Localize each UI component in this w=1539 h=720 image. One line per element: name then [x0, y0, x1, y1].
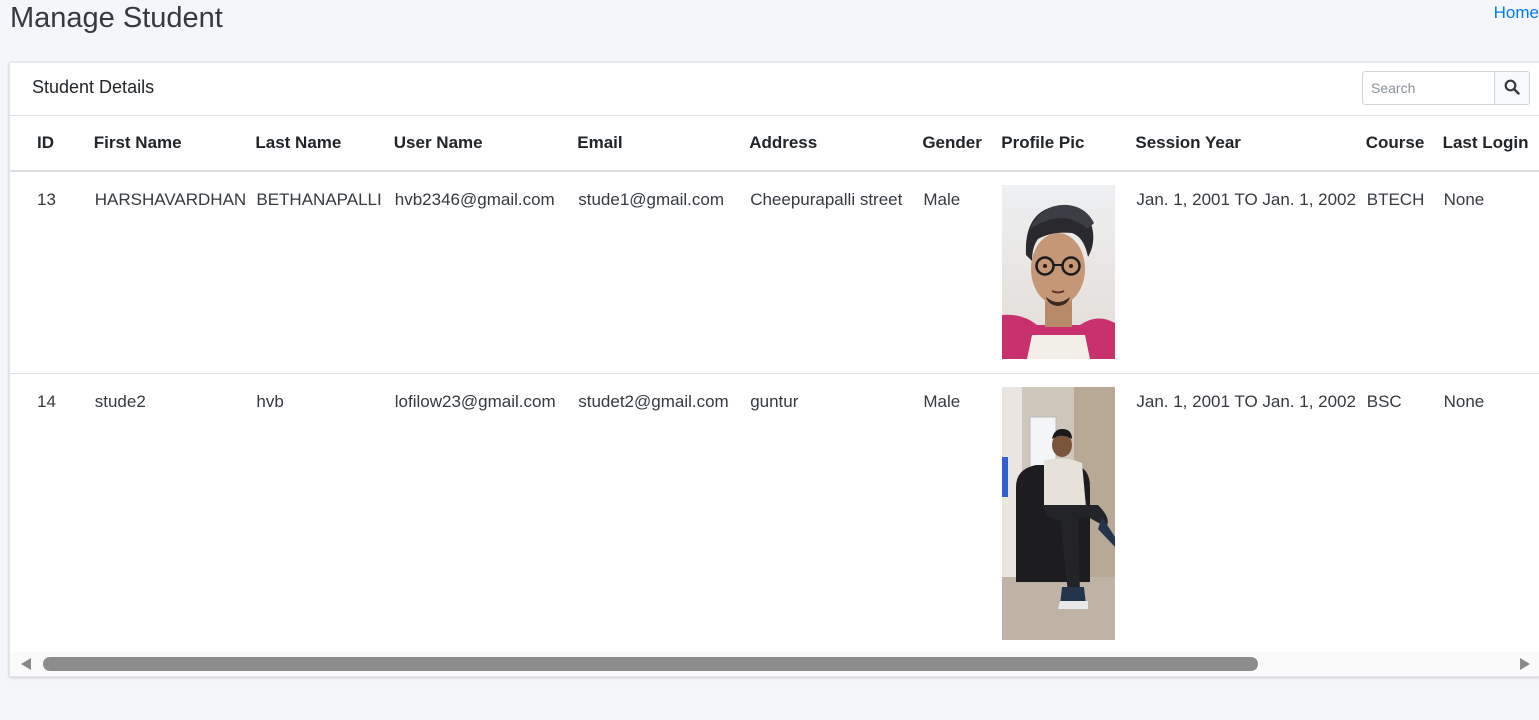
search-button[interactable] [1495, 71, 1530, 105]
column-header-profile-pic: Profile Pic [1001, 116, 1136, 172]
cell-gender: Male [923, 392, 961, 411]
column-header-gender: Gender [922, 116, 1002, 172]
search-input[interactable] [1362, 71, 1495, 105]
cell-last-login: None [1443, 392, 1485, 411]
cell-address: guntur [750, 392, 799, 411]
column-header-user-name: User Name [393, 116, 578, 172]
cell-profile-pic [1001, 171, 1136, 374]
search-icon [1504, 79, 1520, 98]
cell-last-name: BETHANAPALLI [255, 171, 394, 374]
cell-course: BSC [1366, 392, 1402, 411]
cell-session-year: Jan. 1, 2001 TO Jan. 1, 2002 [1136, 392, 1356, 411]
card-header: Student Details [10, 63, 1539, 116]
cell-last-login: None [1442, 171, 1539, 374]
table-row: 14 stude2 hvb lofilow23@gmail.com studet… [10, 374, 1539, 653]
students-table: ID First Name Last Name User Name Email … [10, 116, 1539, 652]
column-header-first-name: First Name [93, 116, 256, 172]
cell-user-name: lofilow23@gmail.com [394, 392, 556, 411]
column-header-id: ID [10, 116, 94, 172]
cell-last-name: hvb [256, 392, 284, 411]
scrollbar-thumb[interactable] [43, 657, 1258, 671]
content-header: Manage Student Home [10, 0, 1539, 40]
cell-profile-pic [1001, 374, 1135, 653]
search-group [1362, 71, 1530, 105]
cell-email: studet2@gmail.com [578, 392, 729, 411]
column-header-last-login: Last Login [1442, 116, 1539, 172]
cell-id: 14 [37, 392, 56, 411]
breadcrumb-home-link[interactable]: Home [1494, 3, 1539, 23]
cell-course: BTECH [1365, 171, 1443, 374]
scroll-left-arrow-icon[interactable] [21, 658, 31, 670]
cell-first-name: HARSHAVARDHAN [93, 171, 256, 374]
table-scroll-area[interactable]: ID First Name Last Name User Name Email … [10, 116, 1539, 652]
cell-gender: Male [922, 171, 1002, 374]
cell-id: 13 [10, 171, 94, 374]
column-header-address: Address [749, 116, 923, 172]
cell-session-year: Jan. 1, 2001 TO Jan. 1, 2002 [1135, 171, 1366, 374]
cell-address: Cheepurapalli street [749, 171, 923, 374]
column-header-course: Course [1365, 116, 1443, 172]
card-title: Student Details [32, 77, 155, 97]
cell-email: stude1@gmail.com [577, 171, 750, 374]
profile-photo [1002, 185, 1116, 364]
student-details-card: Student Details ID First Name Last Name [9, 62, 1539, 677]
column-header-email: Email [577, 116, 750, 172]
scroll-right-arrow-icon[interactable] [1520, 658, 1530, 670]
column-header-session-year: Session Year [1135, 116, 1366, 172]
page-title: Manage Student [10, 2, 223, 34]
cell-user-name: hvb2346@gmail.com [393, 171, 578, 374]
horizontal-scrollbar[interactable] [10, 652, 1539, 676]
table-row: 13 HARSHAVARDHAN BETHANAPALLI hvb2346@gm… [10, 171, 1539, 374]
cell-first-name: stude2 [94, 392, 146, 411]
table-header-row: ID First Name Last Name User Name Email … [10, 116, 1539, 172]
column-header-last-name: Last Name [255, 116, 394, 172]
profile-photo [1002, 387, 1116, 645]
